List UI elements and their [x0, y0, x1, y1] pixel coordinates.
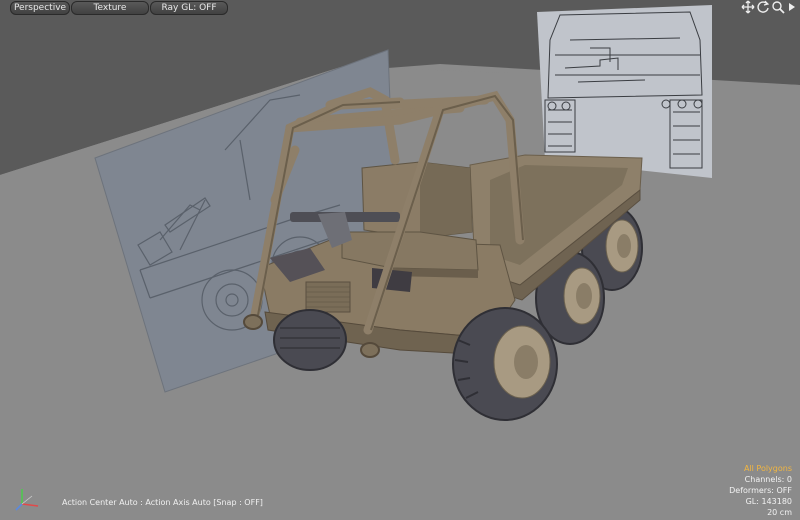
- viewport-info-panel: All Polygons Channels: 0 Deformers: OFF …: [729, 463, 792, 518]
- viewport-scene[interactable]: [0, 0, 800, 520]
- deformers-label: Deformers: OFF: [729, 486, 792, 495]
- action-center-status: Action Center Auto : Action Axis Auto [S…: [62, 498, 263, 507]
- rotate-view-icon[interactable]: [756, 0, 770, 14]
- wheel-front-left: [273, 309, 347, 371]
- wheel-front-right: [452, 307, 558, 421]
- view-mode-button[interactable]: Perspective: [10, 1, 70, 15]
- maximize-viewport-icon[interactable]: [785, 0, 799, 14]
- channels-label: Channels: 0: [744, 475, 792, 484]
- shading-mode-button[interactable]: Texture: [71, 1, 149, 15]
- zoom-view-icon[interactable]: [771, 0, 785, 14]
- grid-size-label: 20 cm: [767, 508, 792, 517]
- raygl-toggle-button[interactable]: Ray GL: OFF: [150, 1, 228, 15]
- 3d-viewport[interactable]: Perspective Texture Ray GL: OFF Action C…: [0, 0, 800, 520]
- gl-polygon-count: GL: 143180: [745, 497, 792, 506]
- move-view-icon[interactable]: [741, 0, 755, 14]
- selection-mode-label: All Polygons: [743, 464, 792, 473]
- axis-gizmo-icon: [15, 489, 39, 511]
